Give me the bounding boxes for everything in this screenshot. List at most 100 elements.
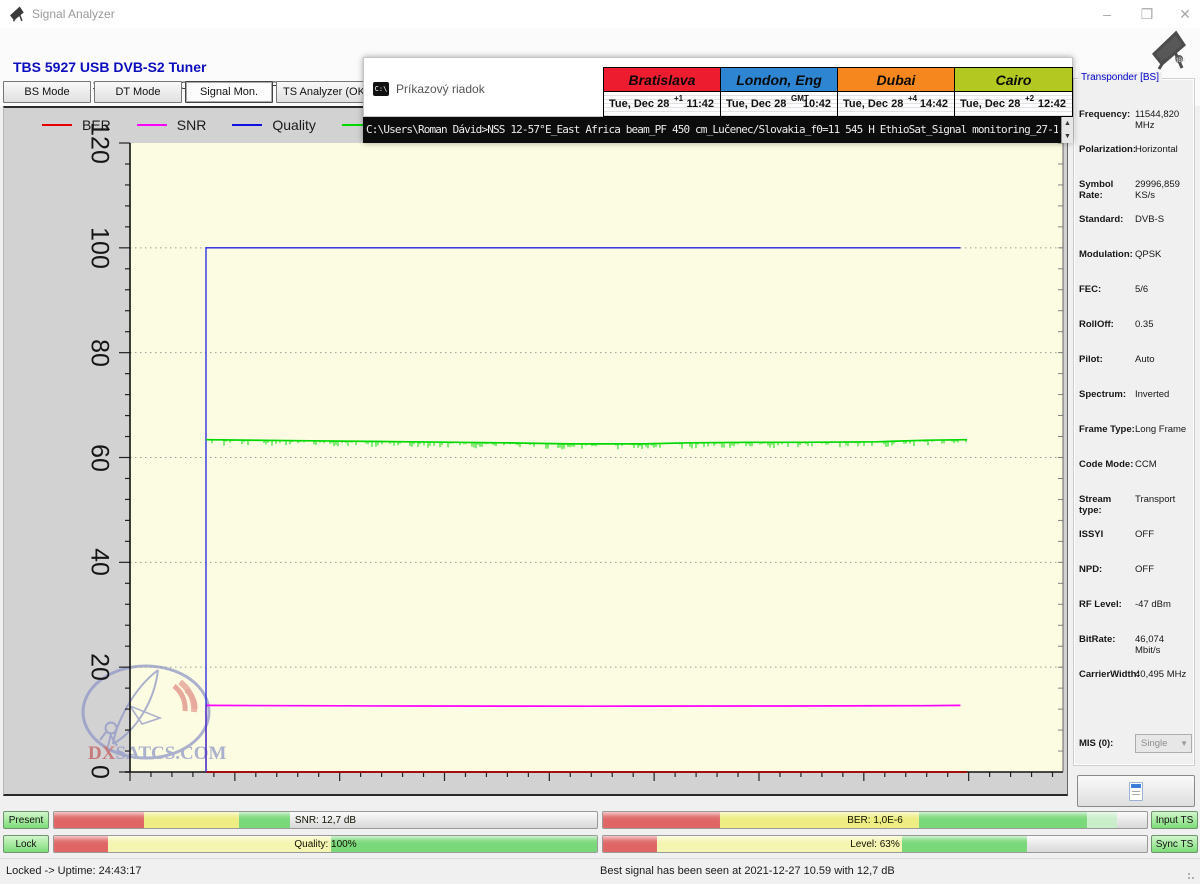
- transponder-field-spectrum: Spectrum:Inverted: [1079, 389, 1192, 424]
- best-signal-status: Best signal has been seen at 2021-12-27 …: [600, 865, 895, 877]
- clock-city: Cairo: [955, 68, 1072, 92]
- field-value: Auto: [1135, 354, 1155, 365]
- field-label: Standard:: [1079, 214, 1135, 225]
- lock-indicator-button[interactable]: Lock: [3, 835, 49, 853]
- clock-london-eng: London, EngTue, Dec 28GMT10:42: [721, 68, 838, 116]
- field-label: Polarization:: [1079, 144, 1135, 155]
- transponder-field-issyi: ISSYIOFF: [1079, 529, 1192, 564]
- mis-select[interactable]: Single ▼: [1135, 734, 1192, 753]
- tab-bs-mode[interactable]: BS Mode: [3, 81, 91, 103]
- logo-text-dx: DX: [88, 743, 116, 764]
- lock-uptime-status: Locked -> Uptime: 24:43:17: [6, 865, 141, 877]
- tab-dt-mode[interactable]: DT Mode: [94, 81, 182, 103]
- legend-item-snr: SNR: [137, 117, 207, 133]
- legend-label: BER: [82, 117, 111, 133]
- clock-time-row: Tue, Dec 28+111:42: [604, 92, 720, 116]
- field-label: RF Level:: [1079, 599, 1135, 610]
- transponder-field-carrierwidth: CarrierWidth:40,495 MHz: [1079, 669, 1192, 704]
- resize-grip[interactable]: [1187, 872, 1197, 882]
- scroll-up-icon[interactable]: ▲: [1062, 117, 1073, 130]
- transponder-field-standard: Standard:DVB-S: [1079, 214, 1192, 249]
- tuner-title: TBS 5927 USB DVB-S2 Tuner: [13, 59, 206, 75]
- clock-date: Tue, Dec 28: [726, 92, 786, 116]
- minimize-button[interactable]: –: [1090, 0, 1124, 28]
- clock-time: 10:42: [803, 92, 831, 116]
- level-readout: Level: 63%: [603, 836, 1147, 853]
- field-label: Pilot:: [1079, 354, 1135, 365]
- transport-stream-list-button[interactable]: [1077, 775, 1195, 807]
- clock-date: Tue, Dec 28: [609, 92, 669, 116]
- scroll-down-icon[interactable]: ▼: [1062, 130, 1073, 143]
- close-button[interactable]: ✕: [1168, 0, 1200, 28]
- snr-readout: SNR: 12,7 dB: [54, 812, 597, 829]
- transponder-field-pilot: Pilot:Auto: [1079, 354, 1192, 389]
- field-value: QPSK: [1135, 249, 1161, 260]
- field-value: 46,074 Mbit/s: [1135, 634, 1192, 656]
- field-label: Code Mode:: [1079, 459, 1135, 470]
- svg-text:DXSATCS.COM: DXSATCS.COM: [88, 743, 227, 764]
- field-label: NPD:: [1079, 564, 1135, 575]
- field-value: Long Frame: [1135, 424, 1186, 435]
- transponder-field-rolloff: RollOff:0.35: [1079, 319, 1192, 354]
- field-label: Modulation:: [1079, 249, 1135, 260]
- transponder-field-code-mode: Code Mode:CCM: [1079, 459, 1192, 494]
- chart-legend: BERSNRQualityLevel: [42, 117, 415, 133]
- satellite-dish-app-icon: [8, 5, 25, 22]
- transponder-field-bitrate: BitRate:46,074 Mbit/s: [1079, 634, 1192, 669]
- snr-line-swatch: [137, 124, 167, 126]
- chart-plot-area: [130, 143, 1063, 772]
- transponder-fields: Frequency:11544,820 MHzPolarization:Hori…: [1079, 109, 1192, 704]
- mis-label: MIS (0):: [1079, 738, 1135, 749]
- quality-line-swatch: [232, 124, 262, 126]
- transponder-field-rf-level: RF Level:-47 dBm: [1079, 599, 1192, 634]
- transponder-field-frame-type: Frame Type:Long Frame: [1079, 424, 1192, 459]
- field-label: ISSYI: [1079, 529, 1135, 540]
- command-prompt-scrollbar[interactable]: ▲ ▼: [1061, 117, 1073, 143]
- field-label: Frame Type:: [1079, 424, 1135, 435]
- level-meter: Level: 63%: [602, 835, 1148, 853]
- cmd-icon: C:\: [373, 82, 389, 96]
- legend-item-ber: BER: [42, 117, 111, 133]
- clock-utc-offset: +2: [1025, 94, 1034, 103]
- logo-text-rest: SATCS.COM: [115, 743, 226, 764]
- window-title: Signal Analyzer: [32, 0, 115, 28]
- clock-time-row: Tue, Dec 28+414:42: [838, 92, 954, 116]
- legend-item-quality: Quality: [232, 117, 316, 133]
- clock-date: Tue, Dec 28: [960, 92, 1020, 116]
- clock-time: 14:42: [920, 92, 948, 116]
- clock-bratislava: BratislavaTue, Dec 28+111:42: [604, 68, 721, 116]
- field-value: 0.35: [1135, 319, 1154, 330]
- transponder-field-fec: FEC:5/6: [1079, 284, 1192, 319]
- field-value: Inverted: [1135, 389, 1169, 400]
- transponder-panel-title: Transponder [BS]: [1078, 72, 1162, 83]
- command-prompt-body[interactable]: C:\Users\Roman Dávid>NSS 12-57°E_East Af…: [363, 117, 1073, 143]
- field-value: 11544,820 MHz: [1135, 109, 1192, 131]
- maximize-button[interactable]: ❒: [1130, 0, 1164, 28]
- satellite-dish-icon: dBs: [1146, 28, 1190, 70]
- field-value: -47 dBm: [1135, 599, 1171, 610]
- title-bar[interactable]: Signal Analyzer – ❒ ✕: [0, 0, 1200, 28]
- mode-tab-bar: BS ModeDT ModeSignal Mon.TS Analyzer (OK…: [3, 81, 376, 103]
- field-value: DVB-S: [1135, 214, 1164, 225]
- tab-ts-analyzer-ok[interactable]: TS Analyzer (OK): [276, 81, 376, 103]
- transponder-field-symbol-rate: Symbol Rate:29996,859 KS/s: [1079, 179, 1192, 214]
- tab-signal-mon[interactable]: Signal Mon.: [185, 81, 273, 103]
- clock-time-row: Tue, Dec 28+212:42: [955, 92, 1072, 116]
- field-label: BitRate:: [1079, 634, 1135, 645]
- field-value: 40,495 MHz: [1135, 669, 1186, 680]
- mis-value: Single: [1141, 738, 1167, 749]
- command-prompt-title: Príkazový riadok: [396, 82, 485, 96]
- transponder-field-frequency: Frequency:11544,820 MHz: [1079, 109, 1192, 144]
- input-ts-button[interactable]: Input TS: [1151, 811, 1198, 829]
- sync-ts-button[interactable]: Sync TS: [1151, 835, 1198, 853]
- field-value: 5/6: [1135, 284, 1148, 295]
- transponder-panel: Transponder [BS] Frequency:11544,820 MHz…: [1073, 78, 1195, 766]
- legend-label: Quality: [272, 117, 316, 133]
- present-indicator-button[interactable]: Present: [3, 811, 49, 829]
- clock-city: London, Eng: [721, 68, 837, 92]
- field-value: 29996,859 KS/s: [1135, 179, 1192, 201]
- quality-readout: Quality: 100%: [54, 836, 597, 853]
- world-clocks: BratislavaTue, Dec 28+111:42London, EngT…: [603, 67, 1073, 117]
- clock-utc-offset: +1: [674, 94, 683, 103]
- signal-analyzer-window: Signal Analyzer – ❒ ✕ TBS 5927 USB DVB-S…: [0, 0, 1200, 884]
